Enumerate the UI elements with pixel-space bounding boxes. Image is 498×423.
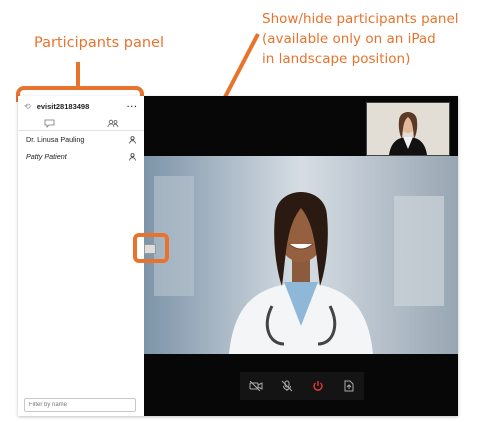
- filter-input[interactable]: [24, 398, 136, 412]
- toggle-annotation-line-2: (available only on an iPad: [262, 31, 436, 47]
- participant-row[interactable]: Patty Patient: [18, 148, 144, 165]
- toggle-annotation-line-1: Show/hide participants panel: [262, 11, 459, 27]
- end-call-button[interactable]: [309, 377, 327, 395]
- mic-off-icon: [281, 380, 292, 392]
- call-controls: [240, 372, 364, 400]
- person-icon: [129, 152, 136, 161]
- bracket-stem: [76, 62, 80, 86]
- app-window: ⟲ evisit28183498 ··· Dr. Linusa Pauling …: [18, 96, 458, 416]
- toggle-annotation: Show/hide participants panel (available …: [262, 9, 459, 69]
- participant-name: Patty Patient: [26, 152, 67, 161]
- patient-image: [367, 103, 449, 155]
- more-options-icon[interactable]: ···: [127, 102, 138, 111]
- mic-toggle-button[interactable]: [278, 377, 296, 395]
- video-toggle-button[interactable]: [247, 377, 265, 395]
- participant-name: Dr. Linusa Pauling: [26, 135, 85, 144]
- participant-list: Dr. Linusa Pauling Patty Patient: [18, 131, 144, 165]
- chat-icon: [44, 119, 55, 128]
- participants-panel-annotation: Participants panel: [34, 35, 165, 51]
- share-button[interactable]: [340, 377, 358, 395]
- panel-title: evisit28183498: [36, 101, 90, 111]
- self-view-video: [366, 102, 450, 156]
- link-icon[interactable]: ⟲: [24, 102, 31, 111]
- panel-tabs: [18, 116, 144, 131]
- video-area: [144, 96, 458, 416]
- tab-chat[interactable]: [18, 116, 81, 130]
- participants-icon: [107, 119, 118, 127]
- doctor-video: [144, 156, 458, 354]
- toggle-highlight-box: [133, 233, 169, 263]
- participant-row[interactable]: Dr. Linusa Pauling: [18, 131, 144, 148]
- tab-participants[interactable]: [81, 116, 144, 130]
- share-icon: [344, 380, 353, 392]
- video-off-icon: [249, 381, 262, 391]
- panel-header: ⟲ evisit28183498 ···: [18, 96, 144, 116]
- participants-panel: ⟲ evisit28183498 ··· Dr. Linusa Pauling …: [18, 96, 145, 416]
- toggle-annotation-line-3: in landscape position): [262, 51, 411, 67]
- end-call-icon: [312, 381, 323, 391]
- person-icon: [129, 135, 136, 144]
- doctor-image: [144, 156, 458, 354]
